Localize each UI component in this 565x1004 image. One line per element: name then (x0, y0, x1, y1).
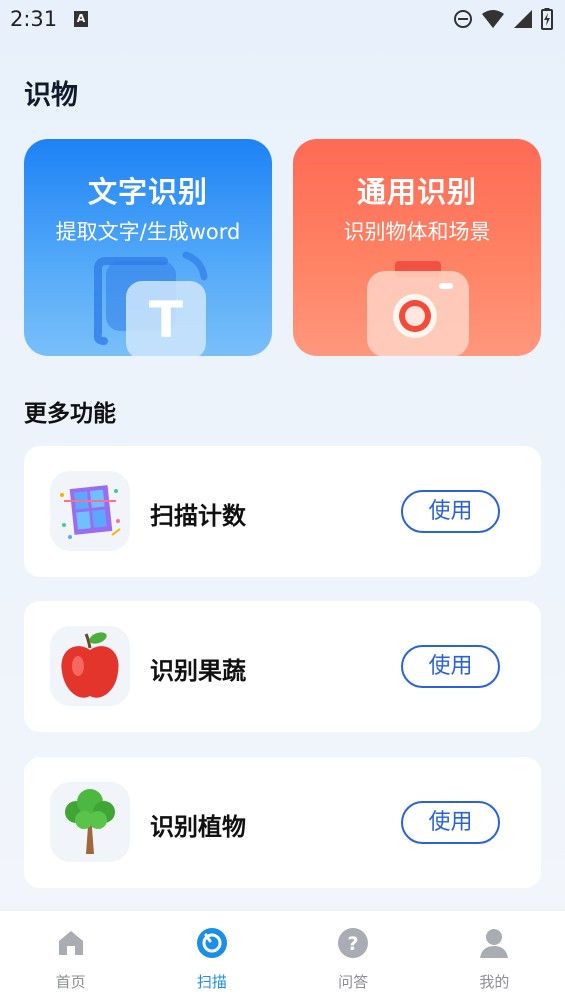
status-time: 2:31 (10, 7, 58, 31)
feature-name: 扫描计数 (150, 502, 246, 530)
do-not-disturb-icon (454, 10, 472, 28)
signal-icon (514, 10, 532, 28)
apple-icon (50, 626, 130, 706)
home-icon (58, 931, 83, 955)
camera-icon (367, 261, 469, 356)
general-recognition-title: 通用识别 (356, 175, 477, 209)
feature-name: 识别植物 (150, 813, 246, 841)
scan-icon (196, 928, 227, 958)
wifi-icon (482, 10, 504, 28)
svg-text:T: T (149, 291, 183, 349)
nav-label-qa: 问答 (338, 973, 369, 991)
status-bar: 2:31 A (0, 0, 565, 40)
text-recognition-card[interactable]: 文字识别 提取文字/生成word T (24, 139, 272, 356)
text-recognition-icon: T (94, 251, 208, 356)
scan-count-icon (50, 471, 130, 551)
use-button[interactable]: 使用 (401, 645, 500, 688)
text-recognition-subtitle: 提取文字/生成word (55, 220, 241, 244)
bottom-nav: 首页 扫描 ? 问答 我的 (0, 910, 565, 1004)
profile-icon (480, 929, 509, 958)
nav-item-scan[interactable]: 扫描 (141, 911, 282, 1004)
section-title: 更多功能 (24, 401, 116, 427)
tree-icon (50, 782, 130, 862)
feature-card-plant[interactable]: 识别植物 使用 (24, 757, 541, 888)
text-recognition-title: 文字识别 (87, 175, 208, 209)
general-recognition-subtitle: 识别物体和场景 (343, 220, 491, 244)
feature-card-fruit-veg[interactable]: 识别果蔬 使用 (24, 601, 541, 732)
status-icons (453, 8, 553, 30)
nav-item-qa[interactable]: ? 问答 (283, 911, 424, 1004)
page-title: 识物 (24, 80, 78, 111)
feature-name: 识别果蔬 (150, 657, 246, 685)
nav-label-profile: 我的 (479, 973, 510, 991)
use-button[interactable]: 使用 (401, 490, 500, 533)
nav-item-home[interactable]: 首页 (0, 911, 141, 1004)
general-recognition-card[interactable]: 通用识别 识别物体和场景 (293, 139, 541, 356)
nav-label-home: 首页 (55, 973, 86, 991)
feature-card-scan-count[interactable]: 扫描计数 使用 (24, 446, 541, 577)
nav-label-scan: 扫描 (196, 973, 227, 991)
notification-icon: A (74, 11, 88, 27)
use-button[interactable]: 使用 (401, 801, 500, 844)
battery-icon (541, 8, 553, 30)
question-icon: ? (338, 928, 369, 958)
nav-item-profile[interactable]: 我的 (424, 911, 565, 1004)
svg-text:?: ? (348, 933, 359, 955)
